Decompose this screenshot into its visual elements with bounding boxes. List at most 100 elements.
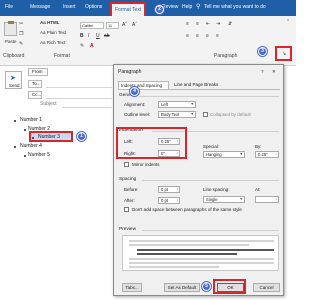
tab-format-text[interactable]: Format Text (110, 2, 147, 16)
font-color-icon[interactable]: A (90, 44, 94, 49)
preview-line-following (129, 262, 274, 264)
send-button[interactable]: ➤ Send (5, 71, 22, 89)
tab-file[interactable]: File (5, 4, 13, 10)
to-button[interactable]: To... (28, 80, 42, 88)
align-right-icon[interactable]: ≡ (206, 34, 209, 39)
outline-level-select[interactable]: Body Text ▼ (158, 111, 196, 118)
bullets-icon[interactable]: ≡ (186, 22, 189, 27)
indentation-highlight-box (116, 127, 187, 159)
section-divider (142, 230, 279, 231)
clipboard-group-label: Clipboard (3, 53, 25, 59)
alignment-label: Alignment: (124, 102, 146, 107)
cc-button[interactable]: Cc... (28, 91, 42, 99)
collapse-ribbon-icon[interactable]: ⌃ (286, 20, 290, 25)
tab-insert[interactable]: Insert (63, 4, 76, 10)
line-spacing-label: Line spacing: (203, 187, 230, 192)
tell-me-search[interactable]: Tell me what you want to do (204, 4, 266, 10)
collapsed-checkbox[interactable] (203, 112, 208, 117)
cut-icon[interactable]: ✂ (19, 22, 23, 27)
tabs-button[interactable]: Tabs... (122, 283, 142, 292)
cancel-button[interactable]: Cancel (253, 283, 280, 292)
before-spinner[interactable]: 0 pt ↕ (158, 186, 180, 193)
dialog-title: Paragraph (118, 69, 142, 75)
paste-button[interactable]: Paste (5, 39, 17, 44)
increase-indent-icon[interactable]: ⇥ (216, 22, 220, 27)
tab-help[interactable]: Help (182, 4, 192, 10)
tab-line-and-page-breaks[interactable]: Line and Page Breaks (174, 82, 218, 87)
align-left-icon[interactable]: ≡ (186, 34, 189, 39)
dialog-launcher-highlight (275, 46, 292, 61)
preview-line-previous (129, 244, 249, 246)
paste-icon[interactable] (4, 21, 17, 36)
list-item-5[interactable]: Number 5 (28, 152, 50, 158)
tab-review[interactable]: Review (162, 4, 178, 10)
tab-options[interactable]: Options (85, 4, 102, 10)
ribbon: Paste ✂ ❐ ✎ Clipboard Aa HTML Aa Plain T… (0, 16, 296, 66)
set-as-default-button[interactable]: Set As Default (164, 283, 200, 292)
after-spinner[interactable]: 0 pt ↕ (158, 197, 180, 204)
alignment-select[interactable]: Left ▼ (158, 101, 196, 108)
collapsed-label: Collapsed by default (210, 112, 251, 117)
preview-line-following (129, 266, 219, 268)
justify-icon[interactable]: ≡ (216, 34, 219, 39)
spinner-arrows-icon: ↕ (176, 187, 178, 191)
line-spacing-select[interactable]: Single ▼ (203, 196, 245, 203)
plain-text-option[interactable]: Aa Plain Text (40, 30, 66, 35)
by-spinner[interactable]: 0.25" ↕ (255, 151, 279, 158)
subject-field-line (62, 107, 112, 108)
help-button[interactable]: ? (261, 69, 264, 74)
mirror-indents-label: Mirror indents (132, 162, 160, 167)
html-format-option[interactable]: Aa HTML (40, 20, 60, 25)
outline-level-value: Body Text (161, 112, 180, 117)
italic-icon[interactable]: I (88, 34, 89, 39)
mirror-indents-checkbox[interactable] (124, 162, 129, 167)
font-size-combo[interactable]: 11 (106, 22, 119, 29)
strikethrough-icon[interactable]: ab (104, 34, 110, 39)
after-label: After: (124, 198, 135, 203)
spacing-heading: Spacing (119, 177, 137, 182)
tab-label: Indents and Spacing (121, 83, 163, 88)
chevron-down-icon: ▼ (190, 102, 194, 106)
shrink-font-icon[interactable]: Aˇ (132, 23, 137, 28)
at-label: At: (255, 187, 261, 192)
chevron-down-icon: ▼ (239, 152, 243, 156)
highlight-icon[interactable]: ✎ (80, 44, 84, 49)
close-icon[interactable]: ✕ (272, 69, 276, 75)
copy-icon[interactable]: ❐ (19, 32, 23, 37)
lightbulb-icon: ⚲ (196, 4, 201, 10)
align-center-icon[interactable]: ≡ (196, 34, 199, 39)
preview-heading: Preview (119, 227, 137, 232)
bullet-marker (14, 146, 16, 148)
cc-field-line (46, 98, 112, 99)
list-item-1[interactable]: Number 1 (20, 117, 42, 123)
preview-line-previous (129, 240, 274, 242)
before-value: 0 pt (161, 187, 168, 192)
spinner-arrows-icon: ↕ (275, 152, 277, 156)
ribbon-tab-bar: File Message Insert Options Format Text … (0, 0, 296, 16)
bullet-marker (24, 155, 26, 157)
format-painter-icon[interactable]: ✎ (19, 42, 23, 47)
list-item-4[interactable]: Number 4 (20, 143, 42, 149)
before-label: Before: (124, 187, 139, 192)
font-name-combo[interactable]: Calibri (80, 22, 104, 29)
grow-font-icon[interactable]: Aˆ (122, 23, 127, 28)
numbering-icon[interactable]: ≡ (196, 22, 199, 27)
special-select[interactable]: Hanging ▼ (203, 151, 245, 158)
line-spacing-icon[interactable]: ⇵ (228, 22, 232, 27)
spinner-arrows-icon: ↕ (176, 198, 178, 202)
subject-label: Subject (40, 101, 57, 107)
underline-icon[interactable]: U (96, 34, 100, 39)
decrease-indent-icon[interactable]: ⇤ (206, 22, 210, 27)
at-spinner[interactable]: ↕ (255, 196, 279, 203)
bold-icon[interactable]: B (80, 34, 84, 39)
send-icon: ➤ (10, 75, 16, 82)
tab-indents-and-spacing[interactable]: Indents and Spacing (118, 81, 169, 89)
special-value: Hanging (206, 152, 222, 157)
section-divider (139, 96, 279, 97)
dont-add-space-checkbox[interactable] (124, 207, 129, 212)
line-spacing-value: Single (206, 197, 218, 202)
from-button[interactable]: From (28, 68, 48, 76)
preview-line-following (129, 258, 274, 260)
tab-message[interactable]: Message (30, 4, 50, 10)
rich-text-option[interactable]: Aa Rich Text (40, 40, 65, 45)
